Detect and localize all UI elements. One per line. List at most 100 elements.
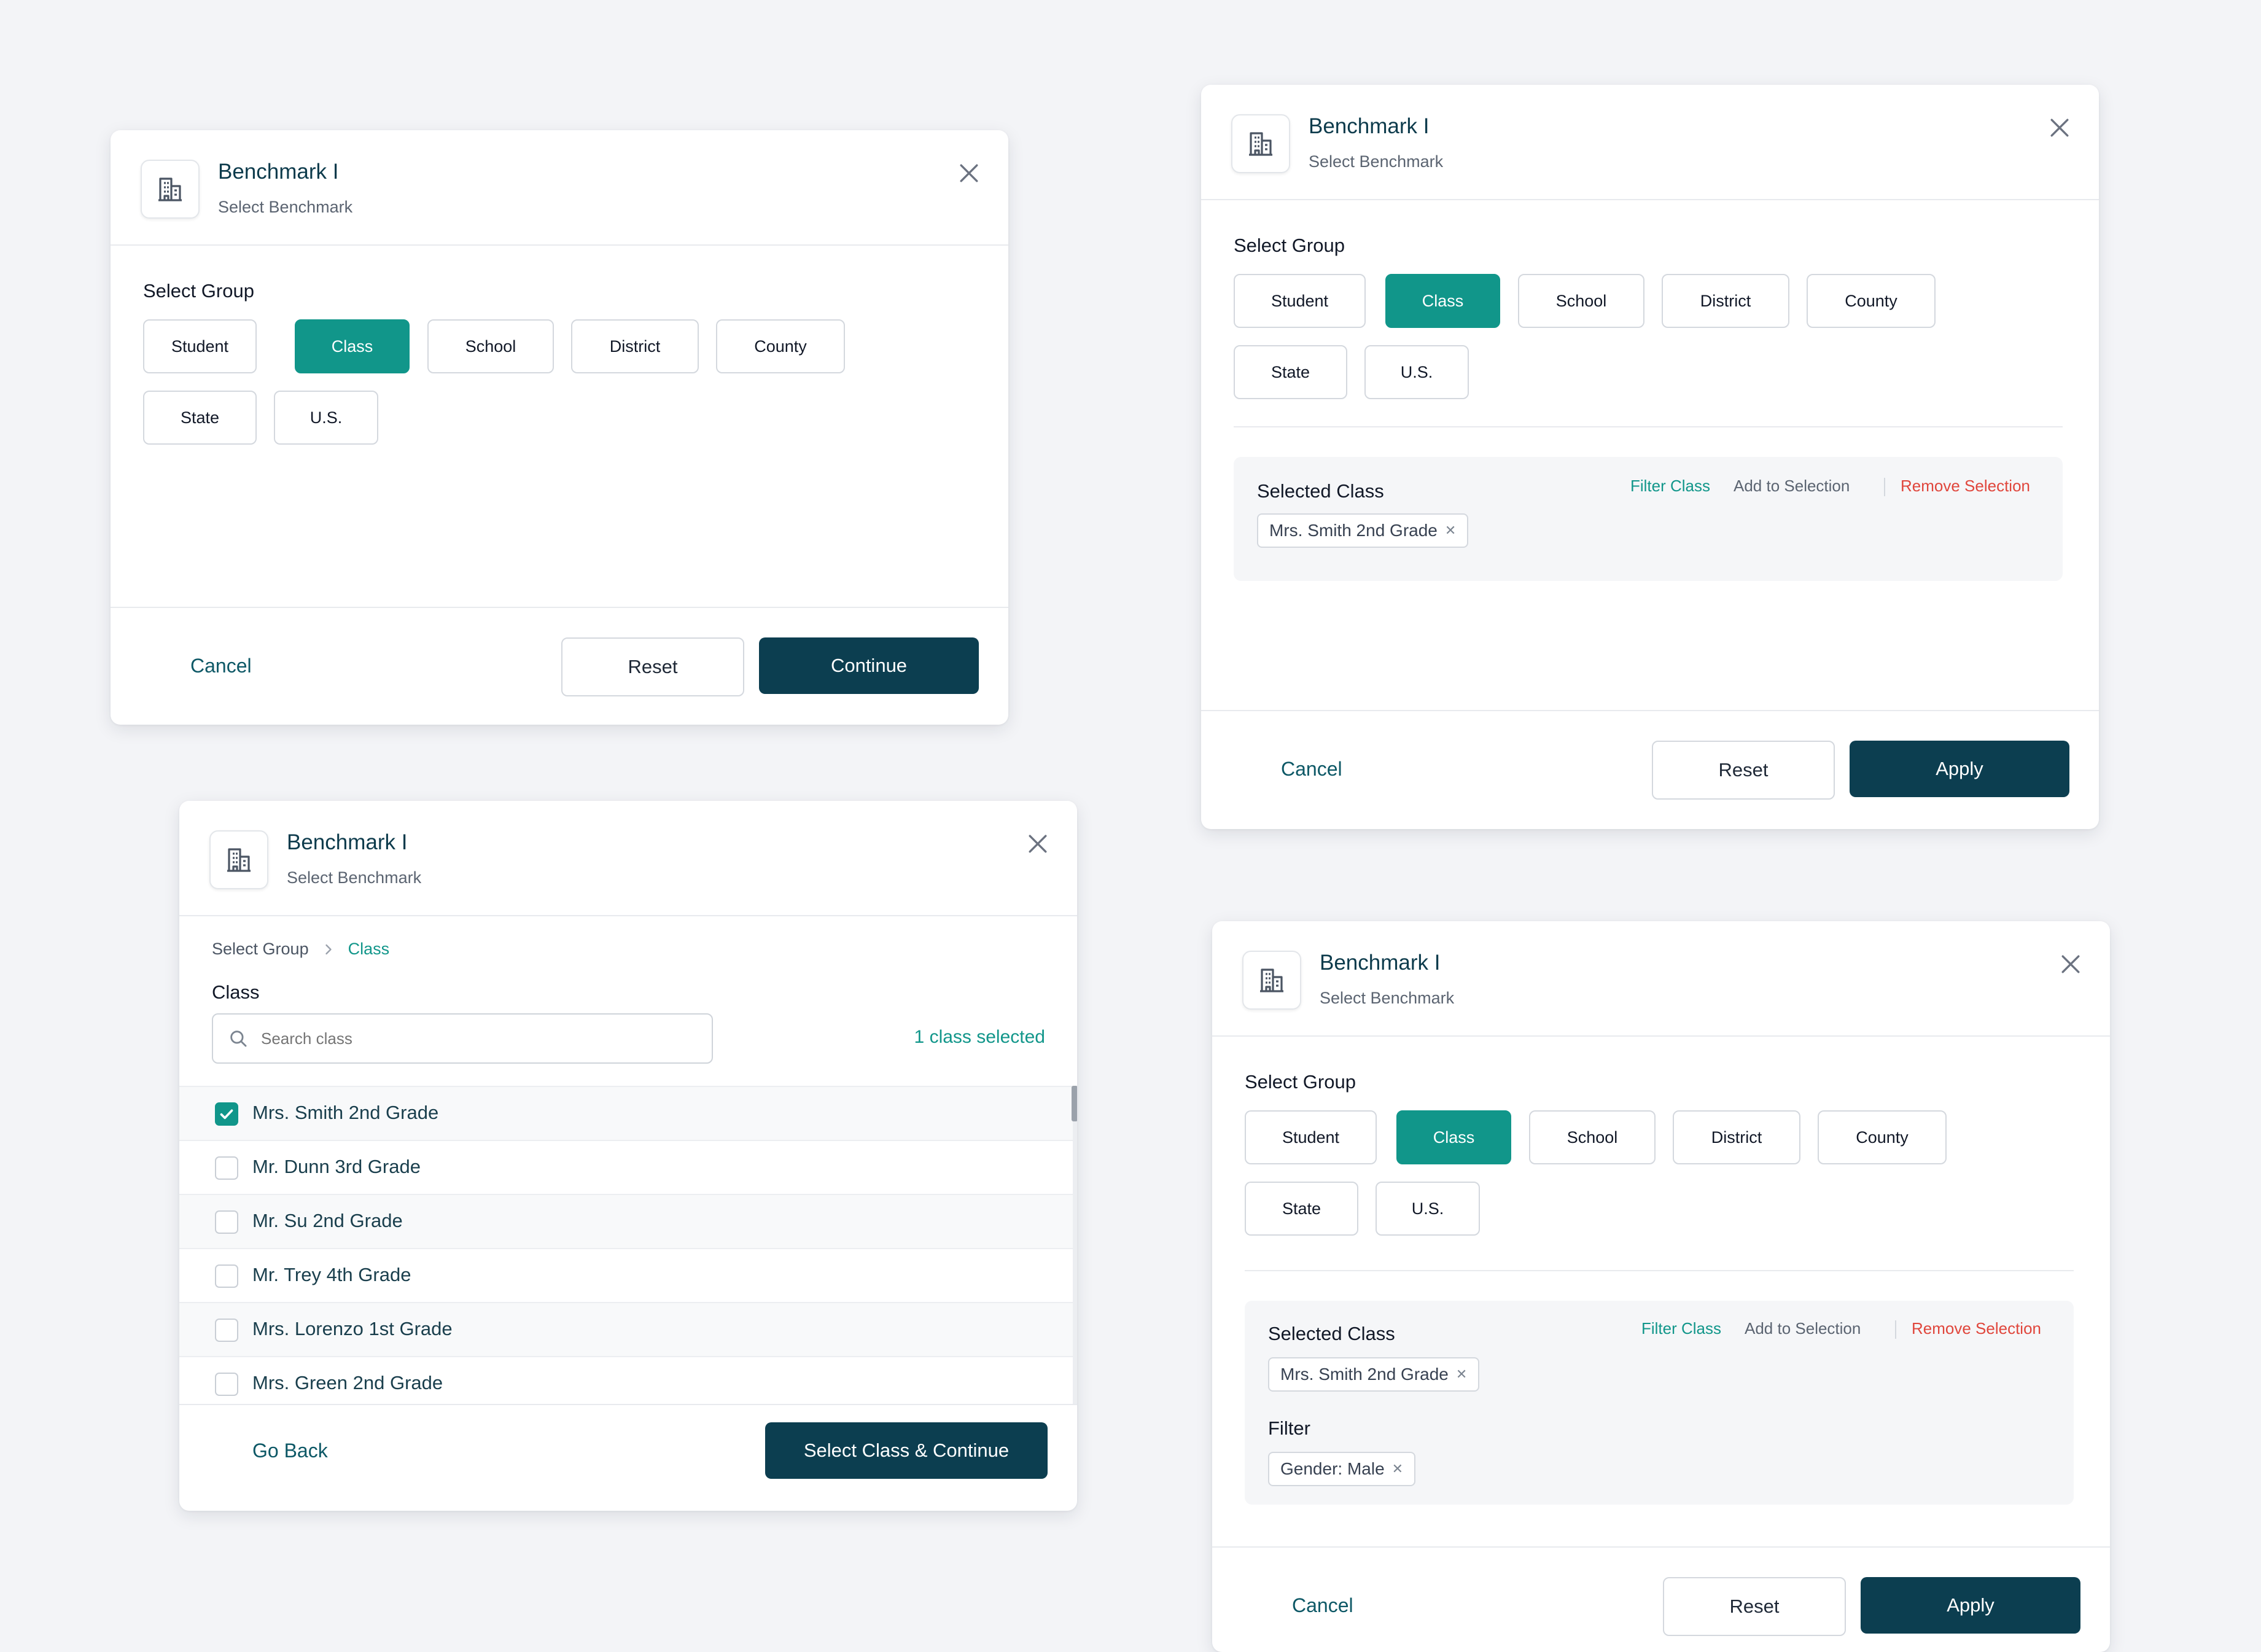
check-icon [220, 1109, 233, 1120]
list-item[interactable]: Mr. Dunn 3rd Grade [179, 1140, 1073, 1194]
close-icon[interactable] [2046, 114, 2073, 141]
scrollbar-thumb[interactable] [1072, 1086, 1077, 1121]
checkbox[interactable] [215, 1319, 238, 1342]
close-icon[interactable] [955, 160, 983, 187]
class-field-label: Class [212, 981, 260, 1003]
group-chip-class[interactable]: Class [295, 319, 410, 373]
remove-selection-link[interactable]: Remove Selection [1901, 477, 2030, 496]
select-group-label: Select Group [1245, 1071, 1356, 1093]
filter-class-link[interactable]: Filter Class [1641, 1319, 1721, 1338]
class-name: Mrs. Lorenzo 1st Grade [252, 1318, 453, 1339]
group-chip-district[interactable]: District [1673, 1110, 1800, 1164]
group-chip-student[interactable]: Student [143, 319, 257, 373]
cancel-button[interactable]: Cancel [190, 655, 252, 677]
selected-count: 1 class selected [914, 1027, 1045, 1047]
list-item[interactable]: Mrs. Green 2nd Grade [179, 1356, 1073, 1404]
tag-label: Mrs. Smith 2nd Grade [1280, 1365, 1449, 1384]
close-icon[interactable] [2057, 951, 2084, 978]
checkbox[interactable] [215, 1210, 238, 1234]
class-name: Mr. Trey 4th Grade [252, 1264, 411, 1285]
reset-button[interactable]: Reset [1663, 1577, 1846, 1636]
tag-label: Gender: Male [1280, 1459, 1385, 1478]
add-to-selection-link[interactable]: Add to Selection [1734, 477, 1850, 496]
dialog-subtitle: Select Benchmark [218, 198, 353, 216]
group-chip-state[interactable]: State [1234, 345, 1347, 399]
search-input[interactable] [260, 1028, 692, 1049]
checkbox[interactable] [215, 1264, 238, 1288]
select-class-continue-button[interactable]: Select Class & Continue [765, 1422, 1048, 1479]
footer-divider [179, 1404, 1077, 1405]
list-item[interactable]: Mrs. Lorenzo 1st Grade [179, 1302, 1073, 1356]
filter-heading: Filter [1268, 1417, 1310, 1439]
group-chip-school[interactable]: School [1518, 274, 1644, 328]
benchmark-dialog-selected-class-filter: Benchmark I Select Benchmark Select Grou… [1212, 921, 2110, 1652]
apply-button[interactable]: Apply [1850, 741, 2069, 797]
group-chip-student[interactable]: Student [1234, 274, 1366, 328]
group-chip-district[interactable]: District [1662, 274, 1789, 328]
group-chip-student[interactable]: Student [1245, 1110, 1377, 1164]
benchmark-dialog-selected-class: Benchmark I Select Benchmark Select Grou… [1201, 85, 2099, 829]
checkbox[interactable] [215, 1373, 238, 1396]
apply-button[interactable]: Apply [1861, 1577, 2080, 1634]
cancel-button[interactable]: Cancel [1292, 1594, 1353, 1617]
class-list: Mrs. Smith 2nd Grade Mr. Dunn 3rd Grade … [179, 1086, 1077, 1404]
dialog-header: Benchmark I Select Benchmark [1212, 921, 2110, 1037]
link-separator [1884, 478, 1885, 496]
dialog-header: Benchmark I Select Benchmark [111, 130, 1008, 246]
selected-class-heading: Selected Class [1257, 480, 1384, 502]
group-chip-district[interactable]: District [571, 319, 699, 373]
remove-selection-link[interactable]: Remove Selection [1912, 1319, 2041, 1338]
group-chip-class[interactable]: Class [1385, 274, 1500, 328]
group-chip-us[interactable]: U.S. [274, 391, 378, 445]
list-item[interactable]: Mr. Trey 4th Grade [179, 1248, 1073, 1302]
breadcrumb-current: Class [348, 940, 390, 958]
dialog-title: Benchmark I [218, 160, 339, 184]
selected-class-tag: Mrs. Smith 2nd Grade ✕ [1268, 1357, 1480, 1392]
filter-class-link[interactable]: Filter Class [1630, 477, 1710, 496]
remove-x-icon[interactable]: ✕ [1456, 1366, 1467, 1382]
benchmark-dialog-select-class: Benchmark I Select Benchmark Select Grou… [179, 801, 1077, 1511]
group-chip-county[interactable]: County [1818, 1110, 1947, 1164]
group-chip-county[interactable]: County [716, 319, 845, 373]
add-to-selection-link[interactable]: Add to Selection [1745, 1319, 1861, 1338]
go-back-button[interactable]: Go Back [252, 1440, 328, 1462]
dialog-subtitle: Select Benchmark [1320, 989, 1455, 1007]
dialog-subtitle: Select Benchmark [1309, 152, 1444, 171]
breadcrumb-root[interactable]: Select Group [212, 940, 309, 959]
footer-divider [111, 607, 1008, 608]
group-chip-school[interactable]: School [1529, 1110, 1656, 1164]
filter-tag: Gender: Male ✕ [1268, 1452, 1416, 1486]
group-chip-us[interactable]: U.S. [1364, 345, 1469, 399]
group-chip-state[interactable]: State [143, 391, 257, 445]
dialog-header: Benchmark I Select Benchmark [179, 801, 1077, 916]
close-icon[interactable] [1024, 830, 1051, 857]
group-chip-state[interactable]: State [1245, 1182, 1358, 1236]
dialog-header: Benchmark I Select Benchmark [1201, 85, 2099, 200]
search-field[interactable] [212, 1013, 713, 1064]
footer-divider [1201, 710, 2099, 711]
list-item[interactable]: Mrs. Smith 2nd Grade [179, 1086, 1073, 1140]
cancel-button[interactable]: Cancel [1281, 758, 1342, 781]
remove-x-icon[interactable]: ✕ [1445, 523, 1456, 539]
class-name: Mr. Dunn 3rd Grade [252, 1156, 421, 1177]
class-name: Mr. Su 2nd Grade [252, 1210, 403, 1231]
selected-class-heading: Selected Class [1268, 1323, 1395, 1344]
building-icon [1242, 951, 1301, 1010]
tag-label: Mrs. Smith 2nd Grade [1269, 521, 1438, 540]
group-chip-county[interactable]: County [1807, 274, 1936, 328]
group-chip-us[interactable]: U.S. [1376, 1182, 1480, 1236]
list-item[interactable]: Mr. Su 2nd Grade [179, 1194, 1073, 1248]
remove-x-icon[interactable]: ✕ [1392, 1461, 1403, 1477]
group-chip-school[interactable]: School [427, 319, 554, 373]
checkbox-checked[interactable] [215, 1102, 238, 1126]
class-name: Mrs. Green 2nd Grade [252, 1372, 443, 1393]
continue-button[interactable]: Continue [759, 637, 979, 694]
reset-button[interactable]: Reset [1652, 741, 1835, 800]
scrollbar-track[interactable] [1073, 1086, 1077, 1404]
building-icon [1231, 114, 1290, 173]
reset-button[interactable]: Reset [561, 637, 744, 696]
select-group-label: Select Group [1234, 235, 1345, 256]
selected-class-panel: Selected Class Filter Class Add to Selec… [1245, 1301, 2074, 1505]
checkbox[interactable] [215, 1156, 238, 1180]
group-chip-class[interactable]: Class [1396, 1110, 1511, 1164]
